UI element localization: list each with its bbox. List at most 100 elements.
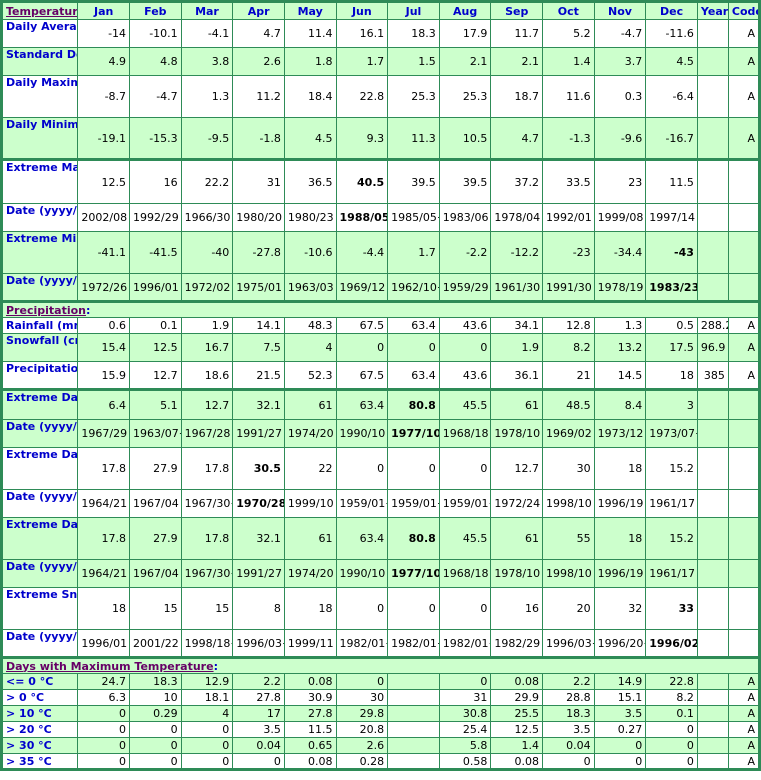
cell-nov: 23 bbox=[593, 158, 647, 204]
cell-dec: 0 bbox=[645, 737, 698, 754]
cell-may: 36.5 bbox=[283, 158, 337, 204]
cell-dec: 15.2 bbox=[645, 447, 698, 490]
cell-mar: 12.7 bbox=[180, 388, 234, 420]
section-cell: Precipitation: bbox=[1, 300, 760, 318]
cell-oct: -23 bbox=[542, 231, 595, 274]
column-header-mar: Mar bbox=[180, 1, 234, 20]
cell-jan: -19.1 bbox=[77, 117, 131, 160]
precipitation-section-link[interactable]: Precipitation bbox=[6, 305, 86, 317]
cell-nov: -9.6 bbox=[593, 117, 647, 160]
cell-aug: 0 bbox=[438, 587, 492, 630]
table-row: Date (yyyy/dd)1996/012001/221998/18+1996… bbox=[0, 629, 761, 658]
cell-oct: 1998/10 bbox=[542, 559, 595, 588]
cell-jul: 63.4 bbox=[387, 317, 440, 334]
cell-mar: 17.8 bbox=[180, 447, 234, 490]
cell-mar: 18.1 bbox=[180, 689, 234, 706]
cell-dec: 1961/17 bbox=[645, 559, 698, 588]
cell-jan: 15.4 bbox=[77, 333, 131, 362]
cell-nov: 13.2 bbox=[593, 333, 647, 362]
cell-dec: 1996/02 bbox=[645, 629, 698, 658]
cell-year bbox=[696, 753, 729, 770]
cell-dec: -43 bbox=[645, 231, 698, 274]
cell-oct: 18.3 bbox=[542, 705, 595, 722]
column-header-nov: Nov bbox=[593, 1, 647, 20]
cell-aug: 39.5 bbox=[438, 158, 492, 204]
cell-dec: 1997/14 bbox=[645, 203, 698, 232]
cell-jan: 24.7 bbox=[77, 673, 131, 690]
cell-may: 27.8 bbox=[283, 705, 337, 722]
cell-apr: 3.5 bbox=[232, 721, 285, 738]
cell-sep: 12.7 bbox=[490, 447, 544, 490]
cell-sep: 61 bbox=[490, 388, 544, 420]
column-header-code: Code bbox=[727, 1, 761, 20]
cell-nov: 1999/08 bbox=[593, 203, 647, 232]
cell-year bbox=[696, 75, 729, 118]
cell-jun: 0 bbox=[335, 333, 389, 362]
cell-may: 0.65 bbox=[283, 737, 337, 754]
cell-code: A bbox=[727, 317, 761, 334]
row-label: > 35 °C bbox=[0, 753, 79, 770]
cell-code bbox=[727, 559, 761, 588]
cell-may: 4 bbox=[283, 333, 337, 362]
cell-oct: 1998/10 bbox=[542, 489, 595, 518]
cell-aug: 1982/01+ bbox=[438, 629, 492, 658]
cell-apr: 4.7 bbox=[232, 19, 285, 48]
column-header-oct: Oct bbox=[542, 1, 595, 20]
cell-oct: 1.4 bbox=[542, 47, 595, 76]
row-label: Extreme Daily Rainfall (mm) bbox=[0, 388, 79, 420]
cell-apr: 21.5 bbox=[232, 361, 285, 390]
row-label: Extreme Daily Snowfall (cm) bbox=[0, 447, 79, 490]
cell-aug: 30.8 bbox=[438, 705, 492, 722]
cell-may: 11.4 bbox=[283, 19, 337, 48]
cell-sep: 1978/10 bbox=[490, 559, 544, 588]
cell-sep: 1972/24 bbox=[490, 489, 544, 518]
table-row: Rainfall (mm)0.60.11.914.148.367.563.443… bbox=[0, 317, 761, 334]
cell-jun: 2.6 bbox=[335, 737, 389, 754]
cell-feb: 0 bbox=[129, 737, 182, 754]
cell-year bbox=[696, 689, 729, 706]
cell-code: A bbox=[727, 737, 761, 754]
cell-code bbox=[727, 629, 761, 658]
cell-oct: 2.2 bbox=[542, 673, 595, 690]
cell-aug: 2.1 bbox=[438, 47, 492, 76]
cell-code bbox=[727, 203, 761, 232]
cell-code bbox=[727, 489, 761, 518]
row-label: Precipitation (mm) bbox=[0, 361, 79, 390]
column-header-feb: Feb bbox=[129, 1, 182, 20]
table-row: Extreme Snow Depth (cm)18151581800016203… bbox=[0, 587, 761, 630]
temperature-section-link[interactable]: Temperature bbox=[6, 5, 77, 18]
cell-jun: 1990/10 bbox=[335, 419, 389, 448]
cell-jan: 0 bbox=[77, 737, 131, 754]
cell-jul bbox=[387, 673, 440, 690]
cell-dec: 22.8 bbox=[645, 673, 698, 690]
cell-nov: 14.9 bbox=[593, 673, 647, 690]
cell-dec: 0 bbox=[645, 753, 698, 770]
cell-nov: -4.7 bbox=[593, 19, 647, 48]
cell-jun: -4.4 bbox=[335, 231, 389, 274]
cell-jul: 1977/10 bbox=[387, 419, 440, 448]
cell-apr: 1970/28 bbox=[232, 489, 285, 518]
cell-sep: 0.08 bbox=[490, 673, 544, 690]
cell-jul: 80.8 bbox=[387, 517, 440, 560]
cell-jul: 11.3 bbox=[387, 117, 440, 160]
column-header-may: May bbox=[283, 1, 337, 20]
table-row: > 30 °C 0 0 0 0.04 0.65 2.6 5.8 1.4 0.04 0 0 A bbox=[0, 737, 761, 754]
column-header-jul: Jul bbox=[387, 1, 440, 20]
cell-feb: -41.5 bbox=[129, 231, 182, 274]
cell-sep: 1.4 bbox=[490, 737, 544, 754]
table-row: Extreme Minimum (°C)-41.1-41.5-40-27.8-1… bbox=[0, 231, 761, 274]
climate-table: Temperature: JanFebMarAprMayJunJulAugSep… bbox=[0, 0, 761, 771]
cell-sep: 61 bbox=[490, 517, 544, 560]
cell-apr: 7.5 bbox=[232, 333, 285, 362]
cell-jan: 18 bbox=[77, 587, 131, 630]
cell-oct: 0.04 bbox=[542, 737, 595, 754]
colon: : bbox=[213, 659, 218, 673]
cell-mar: 1.9 bbox=[180, 317, 234, 334]
table-row: > 35 °C 0 0 0 0 0.08 0.28 0.58 0.08 0 0 0 A bbox=[0, 753, 761, 770]
cell-sep: 1.9 bbox=[490, 333, 544, 362]
days-max-temp-section-link[interactable]: Days with Maximum Temperature bbox=[6, 661, 214, 673]
cell-oct: 55 bbox=[542, 517, 595, 560]
cell-sep: 18.7 bbox=[490, 75, 544, 118]
cell-may: 11.5 bbox=[283, 721, 337, 738]
cell-jan: 17.8 bbox=[77, 517, 131, 560]
